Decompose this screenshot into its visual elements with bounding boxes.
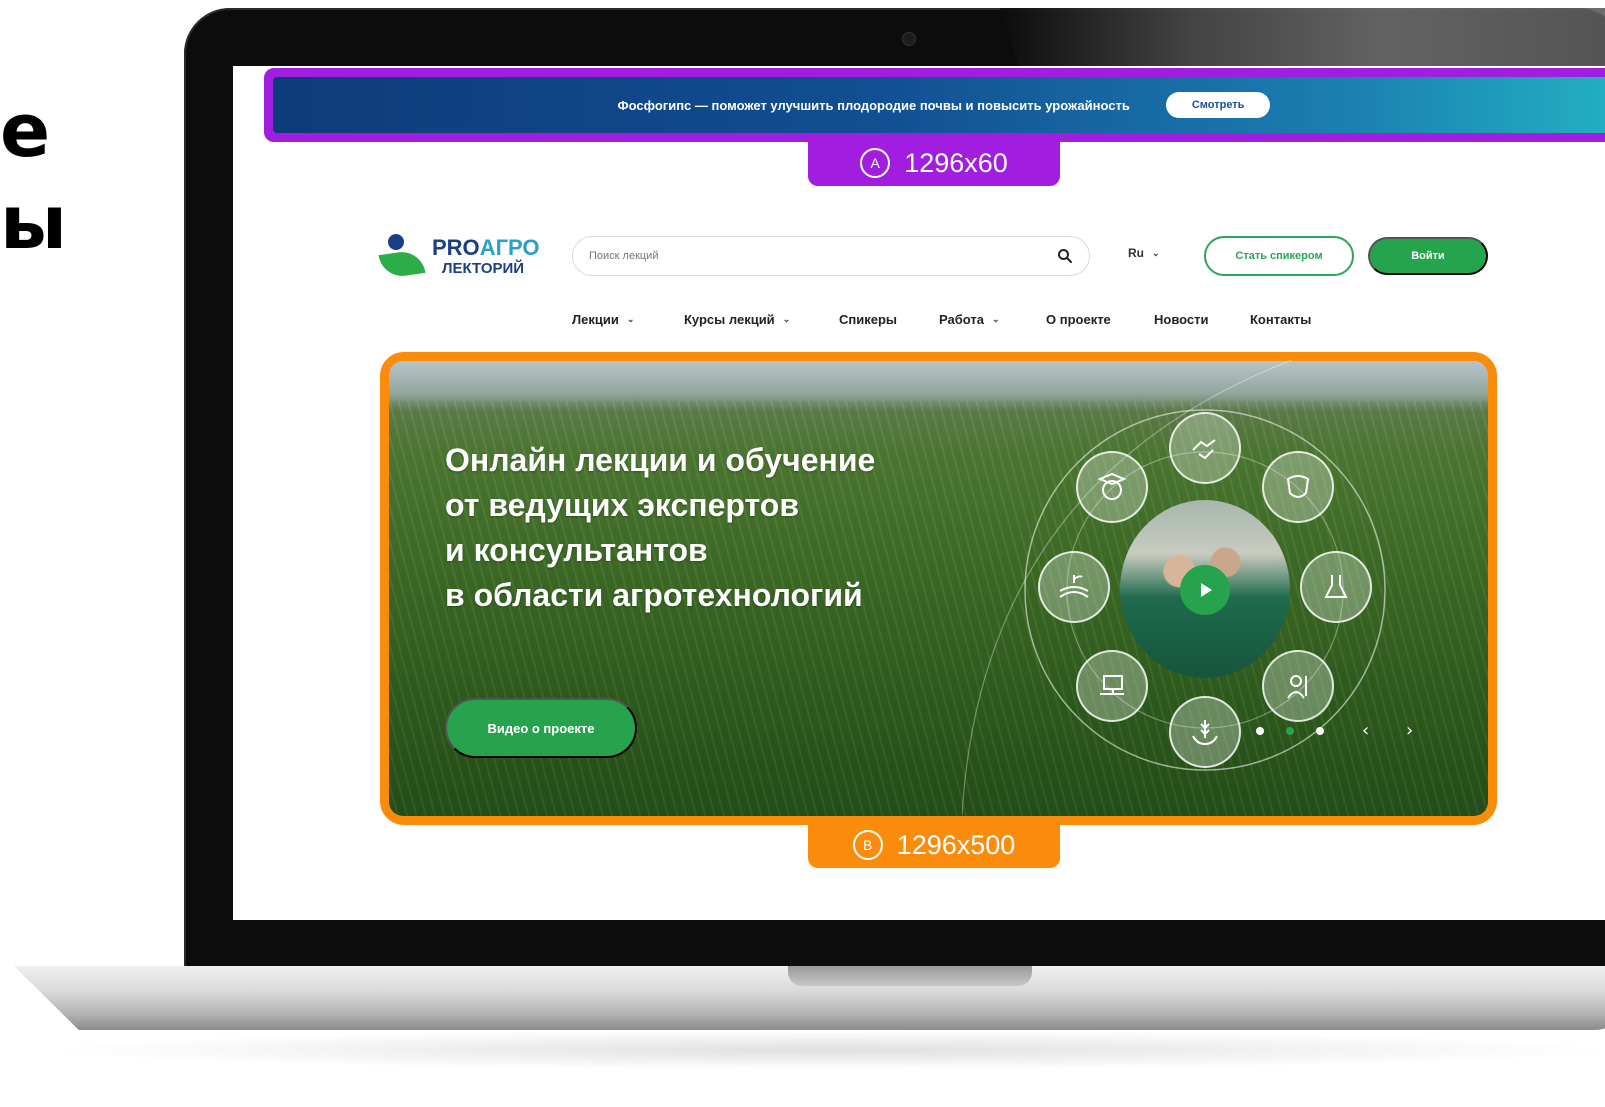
lab-flask-icon[interactable] (1300, 551, 1372, 623)
nav-item-speakers[interactable]: Спикеры (839, 312, 939, 327)
search-icon[interactable] (1057, 248, 1073, 264)
hero-title: Онлайн лекции и обучение от ведущих эксп… (445, 438, 875, 618)
logo-subtitle: ЛЕКТОРИЙ (442, 259, 525, 277)
graduation-globe-icon[interactable] (1076, 451, 1148, 523)
logo-text: PROАГРО ЛЕКТОРИЙ (432, 234, 540, 277)
nav-item-news[interactable]: Новости (1154, 312, 1250, 327)
chevron-down-icon: ⌄ (1152, 247, 1160, 258)
nav-item-contacts[interactable]: Контакты (1250, 312, 1311, 327)
nav-label: Курсы лекций (684, 312, 775, 327)
stage: е ы Фосфогипс — поможет улучшить плодоро… (0, 0, 1605, 1107)
lid-glare (1000, 8, 1605, 66)
nav-label: Новости (1154, 312, 1209, 327)
side-heading-line-2: ы (0, 180, 67, 266)
hero-title-line: в области агротехнологий (445, 577, 863, 613)
search-input[interactable] (589, 250, 1057, 262)
slider-dot[interactable] (1256, 727, 1264, 735)
laptop-shadow (40, 1030, 1605, 1070)
chevron-right-icon[interactable]: › (1406, 720, 1413, 741)
tag-a-size: 1296x60 (904, 147, 1008, 178)
size-tag-a: A 1296x60 (808, 140, 1060, 186)
chevron-down-icon: ⌄ (626, 314, 635, 324)
screen-bezel-bottom (233, 920, 1605, 970)
search-box (572, 236, 1090, 276)
farmer-icon[interactable] (1262, 650, 1334, 722)
computer-network-icon[interactable] (1076, 650, 1148, 722)
tag-b-size: 1296x500 (896, 829, 1016, 860)
logo-agro: АГРО (479, 234, 540, 260)
logo-mark-icon (378, 232, 426, 280)
tag-a-letter: A (860, 148, 891, 178)
slider-dot-active[interactable] (1286, 727, 1294, 735)
nav-item-lectures[interactable]: Лекции ⌄ (572, 312, 684, 327)
handshake-icon[interactable] (1169, 412, 1241, 484)
project-video-button[interactable]: Видео о проекте (445, 698, 637, 758)
promo-text: Фосфогипс — поможет улучшить плодородие … (617, 97, 1130, 113)
chevron-down-icon: ⌄ (991, 314, 1000, 324)
play-button[interactable] (1180, 565, 1230, 615)
cow-icon[interactable] (1262, 451, 1334, 523)
laptop-notch (788, 966, 1032, 986)
nav-item-courses[interactable]: Курсы лекций ⌄ (684, 312, 839, 327)
slider-dots (1256, 727, 1324, 735)
nav-label: Контакты (1250, 312, 1312, 327)
play-icon (1201, 583, 1212, 597)
language-select[interactable]: Ru ⌄ (1128, 246, 1160, 260)
become-speaker-button[interactable]: Стать спикером (1204, 236, 1354, 276)
hero-title-line: и консультантов (445, 532, 708, 568)
field-sprout-icon[interactable] (1038, 551, 1110, 623)
login-button[interactable]: Войти (1368, 237, 1488, 275)
nav-label: Работа (939, 312, 984, 327)
nav-label: О проекте (1046, 312, 1111, 327)
size-tag-b: B 1296x500 (808, 822, 1060, 868)
chevron-down-icon: ⌄ (782, 314, 791, 324)
chevron-left-icon[interactable]: ‹ (1362, 720, 1369, 741)
logo[interactable]: PROАГРО ЛЕКТОРИЙ (378, 232, 540, 280)
logo-pro: PRO (432, 234, 480, 260)
hands-wheat-icon[interactable] (1169, 696, 1241, 768)
nav-item-about[interactable]: О проекте (1046, 312, 1154, 327)
side-heading-line-1: е (0, 88, 50, 174)
promo-watch-button[interactable]: Смотреть (1165, 92, 1271, 118)
nav-label: Лекции (572, 312, 619, 327)
laptop-camera (902, 32, 916, 46)
nav-item-jobs[interactable]: Работа ⌄ (939, 312, 1046, 327)
language-value: Ru (1128, 246, 1144, 260)
side-heading: е ы (0, 85, 67, 269)
hero-title-line: Онлайн лекции и обучение (445, 442, 876, 478)
promo-banner: Фосфогипс — поможет улучшить плодородие … (273, 77, 1605, 133)
slider-dot[interactable] (1316, 727, 1324, 735)
nav-label: Спикеры (839, 312, 898, 327)
main-nav: Лекции ⌄ Курсы лекций ⌄ Спикеры Работа ⌄ О … (572, 312, 1311, 327)
tag-b-letter: B (852, 830, 883, 860)
hero-title-line: от ведущих экспертов (445, 487, 799, 523)
